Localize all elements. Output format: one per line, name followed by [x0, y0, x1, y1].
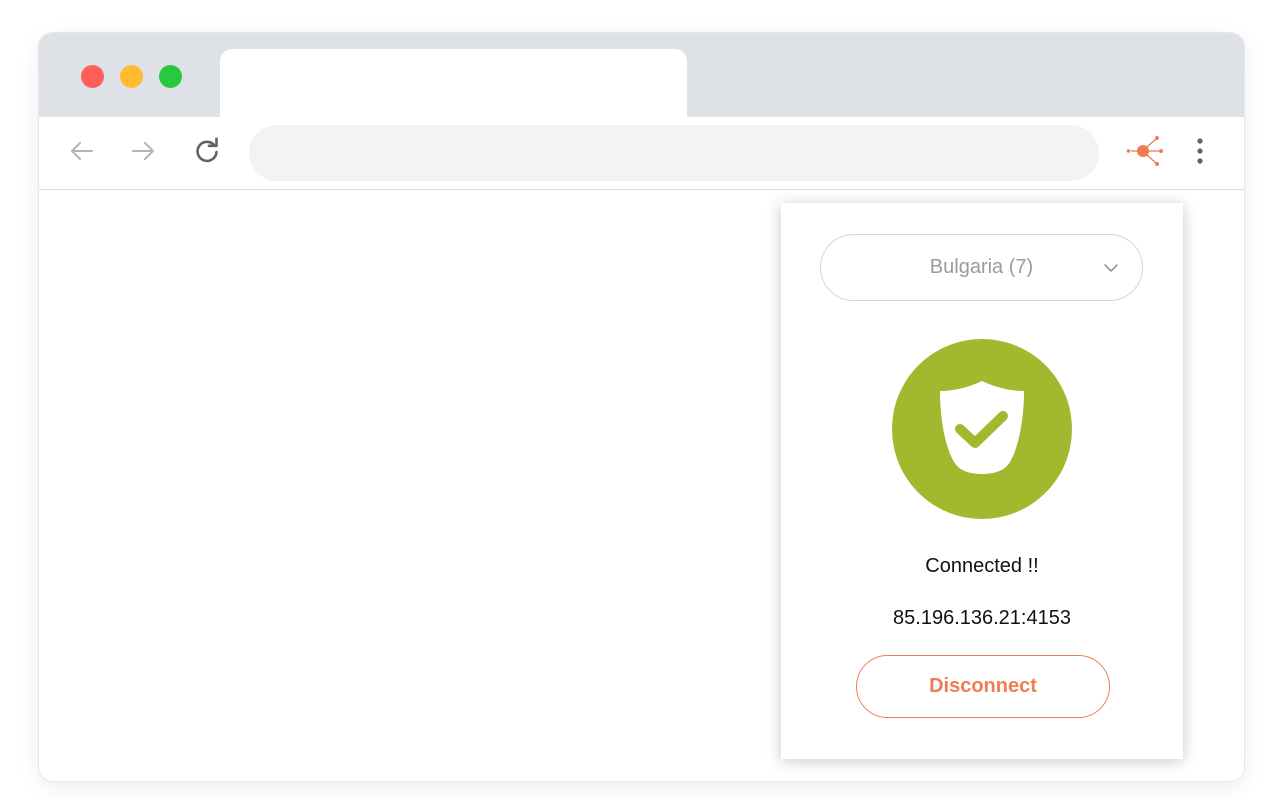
arrow-right-icon [132, 142, 154, 160]
proxy-popup: Bulgaria (7) Connected !! 85.196.136.21:… [781, 203, 1183, 759]
connection-status-indicator [892, 339, 1072, 519]
disconnect-button[interactable]: Disconnect [856, 655, 1110, 718]
tab-strip [39, 33, 1244, 119]
chevron-down-icon [1104, 264, 1118, 272]
close-window-button[interactable] [81, 65, 104, 88]
maximize-window-button[interactable] [159, 65, 182, 88]
country-select[interactable]: Bulgaria (7) [820, 234, 1143, 301]
browser-menu-button[interactable] [1185, 131, 1215, 171]
proxy-address: 85.196.136.21:4153 [893, 607, 1071, 629]
forward-button[interactable] [125, 133, 161, 169]
country-select-value: Bulgaria (7) [929, 256, 1034, 278]
browser-toolbar [39, 117, 1244, 190]
active-tab[interactable] [220, 49, 687, 119]
browser-window: Bulgaria (7) Connected !! 85.196.136.21:… [39, 33, 1244, 781]
shield-check-icon [940, 381, 1024, 474]
address-bar[interactable] [249, 125, 1099, 181]
back-button[interactable] [64, 133, 100, 169]
arrow-left-icon [71, 142, 93, 160]
reload-icon [196, 137, 218, 163]
minimize-window-button[interactable] [120, 65, 143, 88]
kebab-menu-icon [1197, 138, 1203, 164]
proxy-network-icon [1126, 136, 1163, 166]
proxy-extension-button[interactable] [1123, 131, 1167, 171]
connection-status-text: Connected !! [925, 555, 1039, 577]
reload-button[interactable] [189, 133, 225, 169]
